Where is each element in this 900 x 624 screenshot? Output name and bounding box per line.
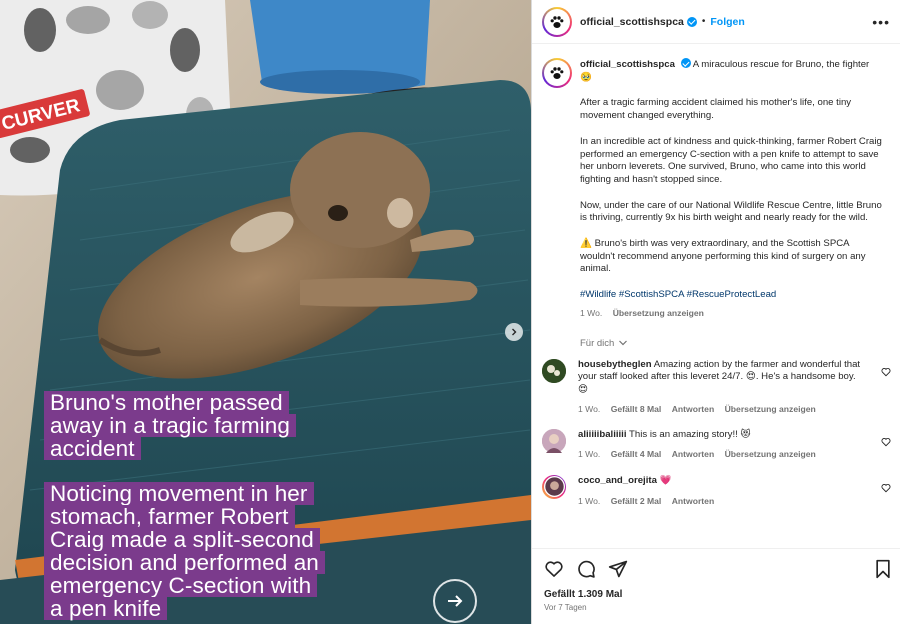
emoji: 💗: [659, 474, 672, 486]
caption-line: away in a tragic farming: [44, 414, 297, 437]
comment-text: This is an amazing story!!: [629, 429, 738, 441]
verified-badge-icon: [686, 16, 697, 27]
translate-link[interactable]: Übersetzung anzeigen: [613, 308, 704, 318]
avatar[interactable]: [542, 429, 566, 454]
follow-button[interactable]: Folgen: [710, 16, 744, 28]
author-username[interactable]: official_scottishspca: [580, 16, 684, 28]
avatar[interactable]: [542, 358, 566, 383]
comment-item: coco_and_orejita 💗 1 Wo. Gefällt 2 Mal A…: [532, 474, 900, 508]
caption-block-2: Noticing movement in her stomach, farmer…: [44, 482, 325, 620]
bookmark-icon[interactable]: [874, 559, 892, 579]
comment-likes[interactable]: Gefällt 2 Mal: [611, 496, 662, 506]
comment-username[interactable]: aliiiiibaliiiii: [578, 429, 627, 440]
comment-meta: 1 Wo. Gefällt 4 Mal Antworten Übersetzun…: [578, 448, 868, 461]
caption-line: emergency C-section with: [44, 574, 318, 597]
comment-likes[interactable]: Gefällt 8 Mal: [611, 404, 662, 414]
caption-paragraph: Bruno's birth was very extraordinary, an…: [580, 238, 866, 275]
chevron-right-icon: [512, 328, 517, 336]
caption-line: accident: [44, 437, 141, 460]
comment-username[interactable]: housebytheglen: [578, 359, 652, 370]
separator-dot: •: [701, 16, 706, 27]
emoji: 😍: [578, 383, 589, 395]
comment-meta: 1 Wo. Gefällt 8 Mal Antworten Übersetzun…: [578, 403, 868, 416]
emoji: 🥹: [580, 71, 592, 83]
caption-username[interactable]: official_scottishspca: [580, 59, 675, 70]
like-heart-icon[interactable]: [544, 559, 564, 579]
avatar[interactable]: [542, 58, 572, 88]
for-you-label: Für dich: [580, 337, 615, 349]
heart-outline-icon[interactable]: [881, 483, 891, 493]
for-you-filter[interactable]: Für dich: [532, 320, 900, 349]
post-date: Vor 7 Tagen: [544, 603, 587, 612]
caption-paragraph: Now, under the care of our National Wild…: [580, 199, 882, 224]
like-count[interactable]: Gefällt 1.309 Mal: [532, 579, 900, 600]
more-options-button[interactable]: •••: [872, 14, 890, 30]
heart-outline-icon[interactable]: [881, 367, 891, 377]
caption-line: Noticing movement in her: [44, 482, 314, 505]
comment-bubble-icon[interactable]: [576, 559, 596, 579]
post-header: official_scottishspca • Folgen •••: [532, 0, 900, 44]
comment-time: 1 Wo.: [578, 403, 601, 414]
reply-button[interactable]: Antworten: [672, 404, 715, 414]
comment-text: . He's a handsome boy.: [755, 371, 856, 383]
chevron-down-icon: [619, 340, 628, 346]
comment-time: 1 Wo.: [578, 449, 601, 460]
post-side-panel: official_scottishspca • Folgen ••• offic…: [531, 0, 900, 624]
caption-line: Bruno's mother passed: [44, 391, 289, 414]
caption-block-1: Bruno's mother passed away in a tragic f…: [44, 391, 297, 460]
comment-item: housebytheglen Amazing action by the far…: [532, 358, 900, 416]
reply-button[interactable]: Antworten: [672, 496, 715, 506]
emoji: 😍: [745, 371, 756, 383]
comment-item: aliiiiibaliiiii This is an amazing story…: [532, 429, 900, 460]
caption-line: a pen knife: [44, 597, 168, 620]
translate-link[interactable]: Übersetzung anzeigen: [725, 404, 816, 414]
hashtags[interactable]: #Wildlife #ScottishSPCA #RescueProtectLe…: [580, 289, 885, 302]
caption-line: Craig made a split-second: [44, 528, 320, 551]
post-media[interactable]: CURVER Bruno's mother passed away in a t…: [0, 0, 531, 624]
reel-arrow-icon: [433, 579, 477, 623]
share-send-icon[interactable]: [608, 559, 628, 579]
post-time: 1 Wo.: [580, 307, 603, 318]
avatar[interactable]: [542, 6, 572, 37]
caption-line: decision and performed an: [44, 551, 325, 574]
instagram-post-view: CURVER Bruno's mother passed away in a t…: [0, 0, 900, 624]
caption-meta: 1 Wo. Übersetzung anzeigen: [580, 307, 885, 320]
comment-time: 1 Wo.: [578, 496, 601, 507]
emoji: 😻: [740, 429, 751, 441]
avatar[interactable]: [542, 474, 566, 499]
caption-paragraph: In an incredible act of kindness and qui…: [580, 135, 882, 185]
caption-text: official_scottishspca A miraculous rescu…: [580, 58, 885, 320]
next-slide-button[interactable]: [505, 323, 523, 341]
paw-icon: [550, 67, 564, 79]
comments-scroll-area[interactable]: official_scottishspca A miraculous rescu…: [532, 45, 900, 548]
caption-intro: A miraculous rescue for Bruno, the fight…: [692, 59, 870, 70]
comment-meta: 1 Wo. Gefällt 2 Mal Antworten: [578, 495, 868, 508]
caption-line: stomach, farmer Robert: [44, 505, 295, 528]
comment-likes[interactable]: Gefällt 4 Mal: [611, 449, 662, 459]
reply-button[interactable]: Antworten: [672, 449, 715, 459]
post-caption: official_scottishspca A miraculous rescu…: [532, 45, 900, 320]
caption-paragraph: After a tragic farming accident claimed …: [580, 97, 852, 122]
verified-badge-icon: [680, 58, 691, 68]
warning-icon: ⚠️: [580, 238, 592, 250]
paw-icon: [550, 15, 564, 28]
post-actions: Gefällt 1.309 Mal Vor 7 Tagen: [532, 548, 900, 624]
translate-link[interactable]: Übersetzung anzeigen: [725, 449, 816, 459]
heart-outline-icon[interactable]: [881, 437, 891, 447]
comment-username[interactable]: coco_and_orejita: [578, 475, 657, 486]
